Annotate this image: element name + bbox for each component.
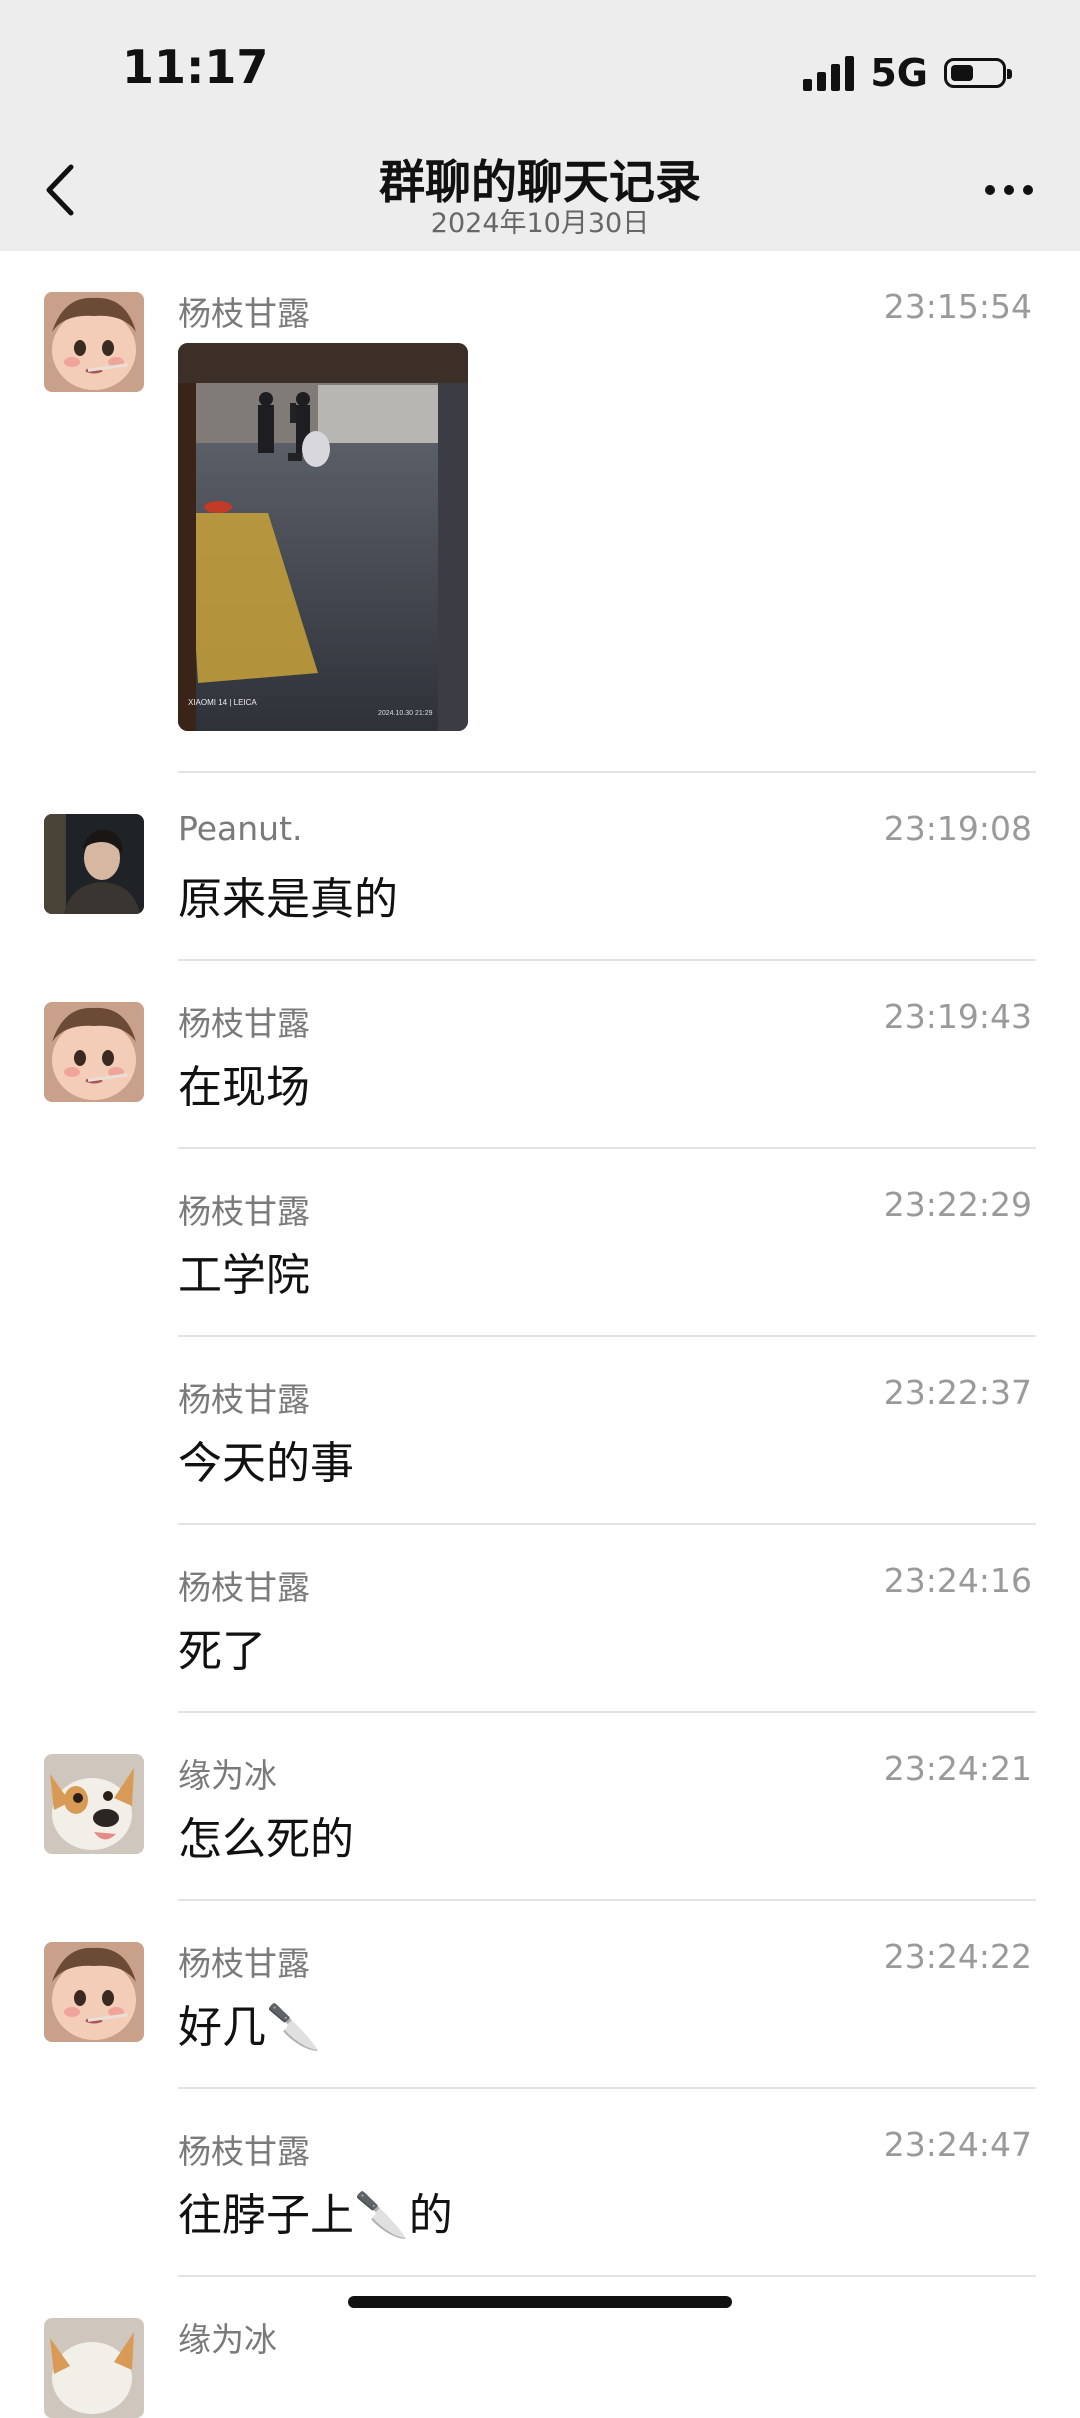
status-icons: 5G [803,48,1012,98]
sender-name: 杨枝甘露 [178,1568,310,1607]
list-item[interactable]: 缘为冰 23:24:21 怎么死的 [0,1713,1080,1901]
message-text: 工学院 [178,1250,310,1301]
more-button[interactable] [974,170,1044,210]
sender-name: Peanut. [178,809,303,848]
avatar[interactable] [44,814,144,914]
message-time: 23:22:29 [883,1185,1032,1224]
message-text: 死了 [178,1626,266,1677]
list-item[interactable]: 杨枝甘露 23:15:54 XIAOMI 14 | LEICA 2024.10.… [0,251,1080,773]
man-avatar-icon [44,814,144,914]
list-item[interactable]: 杨枝甘露 23:24:22 好几🔪 [0,1901,1080,2089]
more-dot [1023,185,1033,195]
photo-brand: XIAOMI 14 | LEICA [188,698,257,707]
sender-name: 杨枝甘露 [178,1004,310,1043]
list-item[interactable]: 缘为冰 [0,2277,1080,2418]
message-time: 23:22:37 [883,1373,1032,1412]
cartoon-girl-avatar-icon [44,1942,144,2042]
page-date: 2024年10月30日 [430,208,650,239]
message-time: 23:19:43 [883,997,1032,1036]
home-indicator[interactable] [348,2296,732,2308]
dog-avatar-icon [44,1754,144,1854]
message-time: 23:24:21 [883,1749,1032,1788]
sender-name: 杨枝甘露 [178,1944,310,1983]
list-item[interactable]: 杨枝甘露 23:24:16 死了 [0,1525,1080,1713]
sender-name: 缘为冰 [178,1756,277,1795]
list-item[interactable]: 杨枝甘露 23:22:37 今天的事 [0,1337,1080,1525]
sender-name: 杨枝甘露 [178,1192,310,1231]
sender-name: 杨枝甘露 [178,2132,310,2171]
more-dot [1004,185,1014,195]
message-time: 23:24:47 [883,2125,1032,2164]
avatar[interactable] [44,292,144,392]
network-label: 5G [870,51,928,95]
message-time: 23:24:22 [883,1937,1032,1976]
signal-icon [803,55,855,91]
message-text: 原来是真的 [178,874,398,925]
list-item[interactable]: 杨枝甘露 23:19:43 在现场 [0,961,1080,1149]
sender-name: 杨枝甘露 [178,294,310,333]
message-text: 好几🔪 [178,2002,321,2053]
message-text: 今天的事 [178,1438,354,1489]
message-list[interactable]: 杨枝甘露 23:15:54 XIAOMI 14 | LEICA 2024.10.… [0,251,1080,2418]
message-text: 怎么死的 [178,1814,354,1865]
cartoon-girl-avatar-icon [44,292,144,392]
message-time: 23:19:08 [883,809,1032,848]
image-message[interactable]: XIAOMI 14 | LEICA 2024.10.30 21:29 [178,343,468,731]
list-item[interactable]: 杨枝甘露 23:24:47 往脖子上🔪的 [0,2089,1080,2277]
top-bar: 11:17 5G 群聊的聊天记录 2024年10月30日 [0,0,1080,251]
battery-icon [944,58,1012,88]
message-text: 往脖子上🔪的 [178,2190,453,2241]
message-time: 23:15:54 [883,287,1032,326]
sender-name: 杨枝甘露 [178,1380,310,1419]
list-item[interactable]: Peanut. 23:19:08 原来是真的 [0,773,1080,961]
more-dot [985,185,995,195]
status-time: 11:17 [122,40,269,94]
photo-stamp: 2024.10.30 21:29 [378,710,433,717]
message-text: 在现场 [178,1062,310,1113]
dog-avatar-icon [44,2318,144,2418]
avatar[interactable] [44,2318,144,2418]
sender-name: 缘为冰 [178,2320,277,2359]
avatar[interactable] [44,1942,144,2042]
cartoon-girl-avatar-icon [44,1002,144,1102]
list-item[interactable]: 杨枝甘露 23:22:29 工学院 [0,1149,1080,1337]
avatar[interactable] [44,1754,144,1854]
message-time: 23:24:16 [883,1561,1032,1600]
avatar[interactable] [44,1002,144,1102]
